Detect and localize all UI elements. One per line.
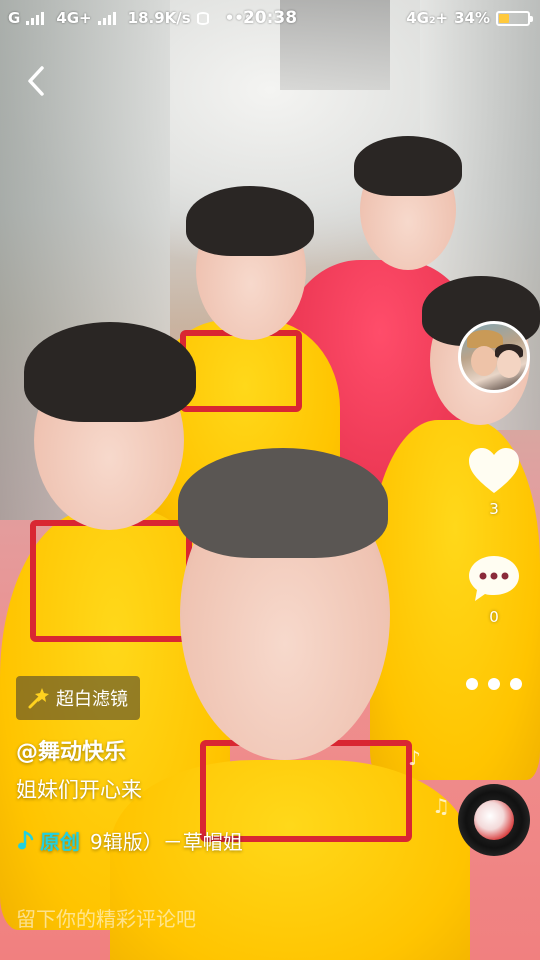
creator-avatar[interactable]	[458, 321, 530, 393]
video-caption: 姐妹们开心来	[16, 778, 142, 802]
status-bar: G 4G+ 18.9K/s ••• 20:38 4G₂+ 34%	[0, 0, 540, 36]
comment-count: 0	[489, 608, 499, 626]
filter-label: 超白滤镜	[56, 689, 128, 710]
chevron-left-icon[interactable]	[22, 64, 56, 98]
magic-wand-icon	[28, 688, 49, 709]
like-button[interactable]: 3	[466, 446, 522, 518]
like-count: 3	[489, 500, 499, 518]
comment-button[interactable]: 0	[466, 554, 522, 626]
speech-bubble-icon	[469, 556, 519, 601]
author-username[interactable]: @舞动快乐	[16, 734, 126, 766]
comment-input[interactable]: 留下你的精彩评论吧	[16, 903, 196, 932]
battery-icon	[496, 10, 533, 26]
heart-icon	[469, 448, 519, 493]
music-info[interactable]: 原创 9辑版）－草帽姐	[16, 826, 330, 855]
floating-note-icon: ♪	[408, 746, 421, 770]
original-sound-tag: 原创	[40, 830, 80, 854]
music-title: 9辑版）－草帽姐	[90, 830, 243, 854]
battery-percent: 34%	[454, 9, 490, 27]
music-note-icon	[18, 830, 34, 849]
more-dots-icon[interactable]	[466, 674, 522, 694]
filter-badge[interactable]: 超白滤镜	[16, 676, 140, 720]
floating-note-icon-2: ♫	[432, 794, 450, 818]
music-disc[interactable]	[458, 784, 530, 856]
carrier-right: 4G₂+	[406, 9, 449, 27]
